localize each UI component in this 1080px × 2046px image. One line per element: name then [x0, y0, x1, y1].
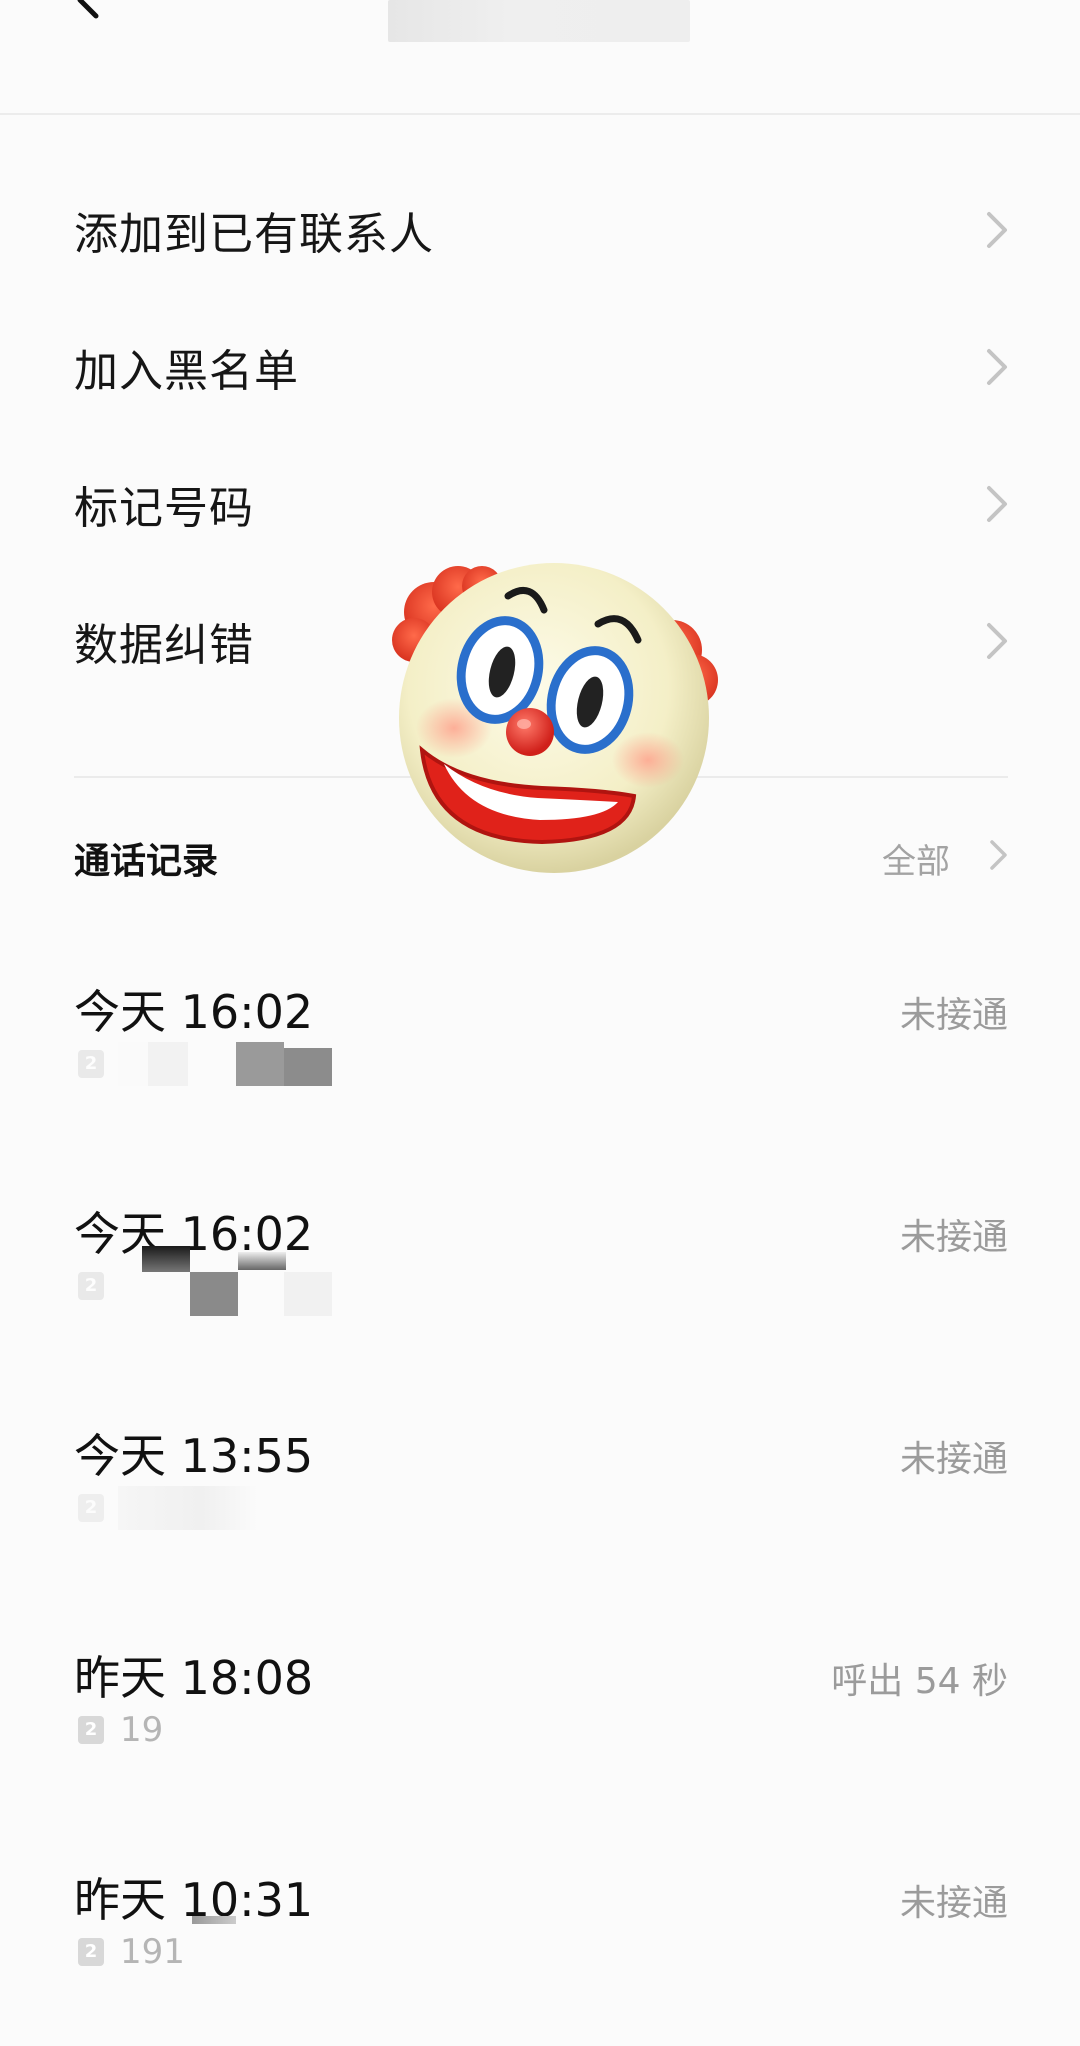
- page-title-redacted: [388, 0, 690, 42]
- call-time: 昨天 18:08: [74, 1651, 314, 1705]
- call-time: 今天 13:55: [74, 1429, 314, 1483]
- call-log-entry[interactable]: 昨天 18:08 呼出 54 秒 2 19: [0, 1642, 1080, 1842]
- sim-card-icon: 2: [78, 1050, 104, 1078]
- menu-item-add-to-existing-contact[interactable]: 添加到已有联系人: [0, 170, 1080, 290]
- chevron-left-icon[interactable]: [70, 0, 110, 20]
- top-bar: [0, 0, 1080, 115]
- sim-card-icon: 2: [78, 1494, 104, 1522]
- phone-number-redacted: [118, 1486, 258, 1530]
- call-time: 今天 16:02: [74, 985, 314, 1039]
- call-log-title: 通话记录: [74, 841, 219, 882]
- menu-item-label: 加入黑名单: [74, 346, 299, 397]
- call-log-entry[interactable]: 今天 16:02 未接通 2: [0, 1198, 1080, 1398]
- call-log-entry[interactable]: 今天 16:02 未接通 2: [0, 976, 1080, 1176]
- call-status: 未接通: [899, 995, 1008, 1036]
- sim-card-icon: 2: [78, 1716, 104, 1744]
- call-status: 未接通: [899, 1217, 1008, 1258]
- phone-number: 19: [120, 1710, 164, 1750]
- chevron-right-icon: [987, 623, 1007, 659]
- header-divider: [0, 113, 1080, 115]
- redaction-mark: [192, 1916, 236, 1924]
- view-all-button[interactable]: 全部: [882, 834, 950, 883]
- call-status: 未接通: [899, 1439, 1008, 1480]
- menu-item-label: 标记号码: [74, 483, 254, 534]
- sim-card-icon: 2: [78, 1938, 104, 1966]
- call-log-entry[interactable]: 昨天 10:31 未接通 2 191: [0, 1864, 1080, 2046]
- clown-face-emoji-icon: [392, 563, 718, 873]
- phone-number: 191: [120, 1932, 185, 1972]
- chevron-right-icon: [987, 349, 1007, 385]
- chevron-right-icon: [987, 486, 1007, 522]
- sim-card-icon: 2: [78, 1272, 104, 1300]
- chevron-right-icon: [987, 212, 1007, 248]
- phone-number-redacted: [118, 1246, 338, 1316]
- menu-item-add-to-blacklist[interactable]: 加入黑名单: [0, 307, 1080, 427]
- caller-detail-page: 添加到已有联系人 加入黑名单 标记号码 数据纠错 通话记录 全部 今天 16:0…: [0, 0, 1080, 2046]
- menu-item-label: 数据纠错: [74, 620, 254, 671]
- call-log-entry[interactable]: 今天 13:55 未接通 2: [0, 1420, 1080, 1620]
- menu-item-label: 添加到已有联系人: [74, 209, 434, 260]
- call-status: 未接通: [899, 1883, 1008, 1924]
- chevron-right-icon[interactable]: [988, 838, 1010, 872]
- phone-number-redacted: [118, 1042, 338, 1086]
- call-status: 呼出 54 秒: [831, 1661, 1008, 1702]
